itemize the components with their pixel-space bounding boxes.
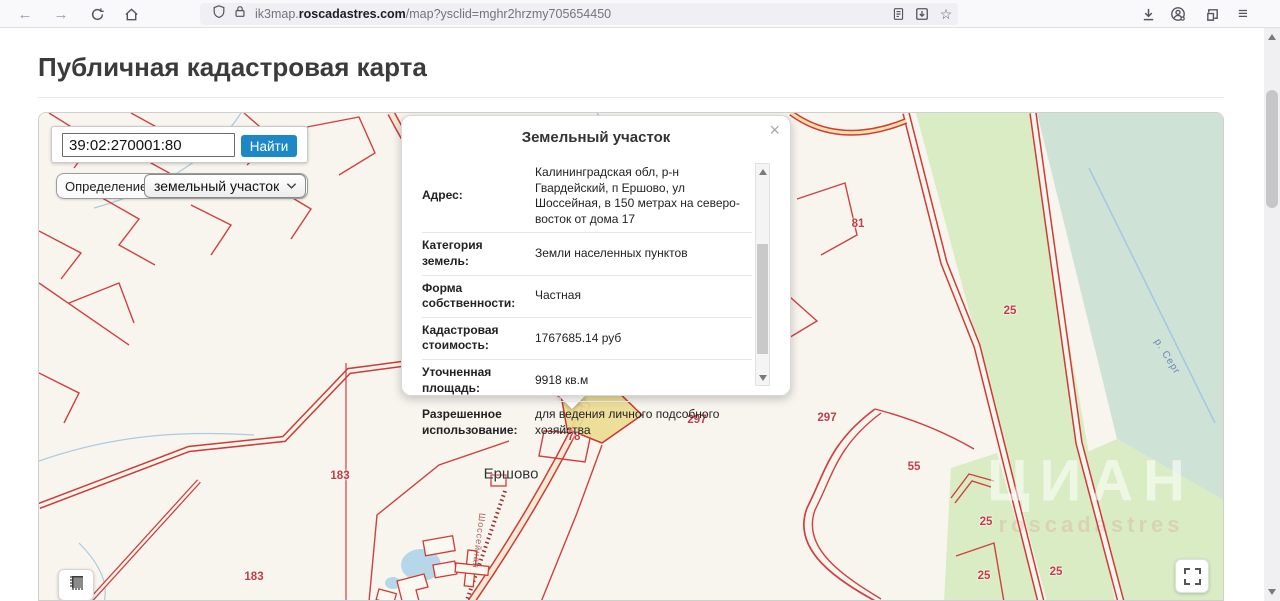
reload-icon[interactable] [84, 0, 110, 28]
row-value: Земли населенных пунктов [527, 246, 752, 262]
scroll-down-icon[interactable] [756, 370, 769, 385]
fullscreen-icon [1184, 568, 1201, 585]
scroll-down-icon[interactable] [1268, 589, 1276, 595]
popup-row-land-category: Категория земель: Земли населенных пункт… [422, 232, 752, 274]
search-panel: Найти [51, 126, 308, 163]
search-button[interactable]: Найти [241, 135, 297, 157]
row-label: Уточненная площадь: [422, 365, 527, 396]
popup-title: Земельный участок [402, 116, 790, 146]
object-type-select[interactable]: земельный участок [144, 174, 306, 198]
popup-row-address: Адрес: Калининградская обл, р-н Гвардейс… [422, 160, 752, 232]
close-icon[interactable]: × [769, 120, 780, 141]
row-label: Разрешенное использование: [422, 407, 527, 438]
menu-icon[interactable]: ≡ [1230, 0, 1256, 28]
browser-toolbar: ← → ik3map.roscadastres.com/map?ysclid=m… [0, 0, 1280, 28]
ruler-icon [67, 574, 85, 597]
popup-row-area: Уточненная площадь: 9918 кв.м [422, 359, 752, 401]
filter-label: Определение: [65, 179, 151, 194]
row-value: 1767685.14 руб [527, 331, 752, 347]
reader-view-icon[interactable] [886, 3, 910, 25]
fullscreen-button[interactable] [1175, 559, 1209, 593]
url-text: ik3map.roscadastres.com/map?ysclid=mghr2… [255, 7, 886, 21]
page-scrollbar[interactable] [1264, 28, 1280, 601]
ruler-button[interactable] [58, 569, 94, 601]
url-bar[interactable]: ik3map.roscadastres.com/map?ysclid=mghr2… [200, 3, 958, 25]
cadastral-map[interactable]: ЦИАН roscadastres 81 25 297 297 78 183 5… [38, 112, 1224, 601]
scroll-up-icon[interactable] [1268, 34, 1276, 40]
scroll-up-icon[interactable] [756, 164, 769, 179]
row-value: 9918 кв.м [527, 373, 752, 389]
popup-rows: Адрес: Калининградская обл, р-н Гвардейс… [422, 160, 752, 443]
chevron-down-icon [286, 177, 297, 195]
popup-row-cadastral-value: Кадастровая стоимость: 1767685.14 руб [422, 317, 752, 359]
popup-row-ownership: Форма собственности: Частная [422, 275, 752, 317]
tracking-shield-icon[interactable] [212, 4, 226, 24]
row-label: Кадастровая стоимость: [422, 323, 527, 354]
filter-panel: Определение: земельный участок [56, 173, 308, 199]
row-value: для ведения личного подсобного хозяйства [527, 407, 752, 438]
popup-row-permitted-use: Разрешенное использование: для ведения л… [422, 401, 752, 443]
row-value: Калининградская обл, р-н Гвардейский, п … [527, 165, 752, 227]
divider [38, 97, 1224, 98]
popup-scrollbar-thumb[interactable] [757, 244, 768, 354]
back-icon[interactable]: ← [12, 0, 38, 28]
bookmark-star-icon[interactable]: ☆ [934, 3, 958, 25]
cadastral-number-input[interactable] [62, 133, 235, 157]
parcel-info-popup: Земельный участок × Адрес: Калининградск… [401, 115, 791, 396]
save-to-pocket-icon[interactable] [910, 3, 934, 25]
page-scrollbar-thumb[interactable] [1266, 90, 1278, 208]
row-label: Категория земель: [422, 238, 527, 269]
object-type-value: земельный участок [154, 178, 286, 194]
row-label: Адрес: [422, 188, 527, 204]
forward-icon[interactable]: → [48, 0, 74, 28]
place-name-label: Ершово [484, 466, 539, 483]
account-icon[interactable] [1165, 0, 1191, 28]
popup-scrollbar[interactable] [755, 163, 770, 386]
page-title: Публичная кадастровая карта [38, 52, 427, 83]
row-value: Частная [527, 288, 752, 304]
download-icon[interactable] [1135, 0, 1161, 28]
home-icon[interactable] [118, 0, 144, 28]
sidebar-panel-icon[interactable] [1199, 0, 1225, 28]
lock-icon[interactable] [233, 4, 247, 24]
row-label: Форма собственности: [422, 281, 527, 312]
